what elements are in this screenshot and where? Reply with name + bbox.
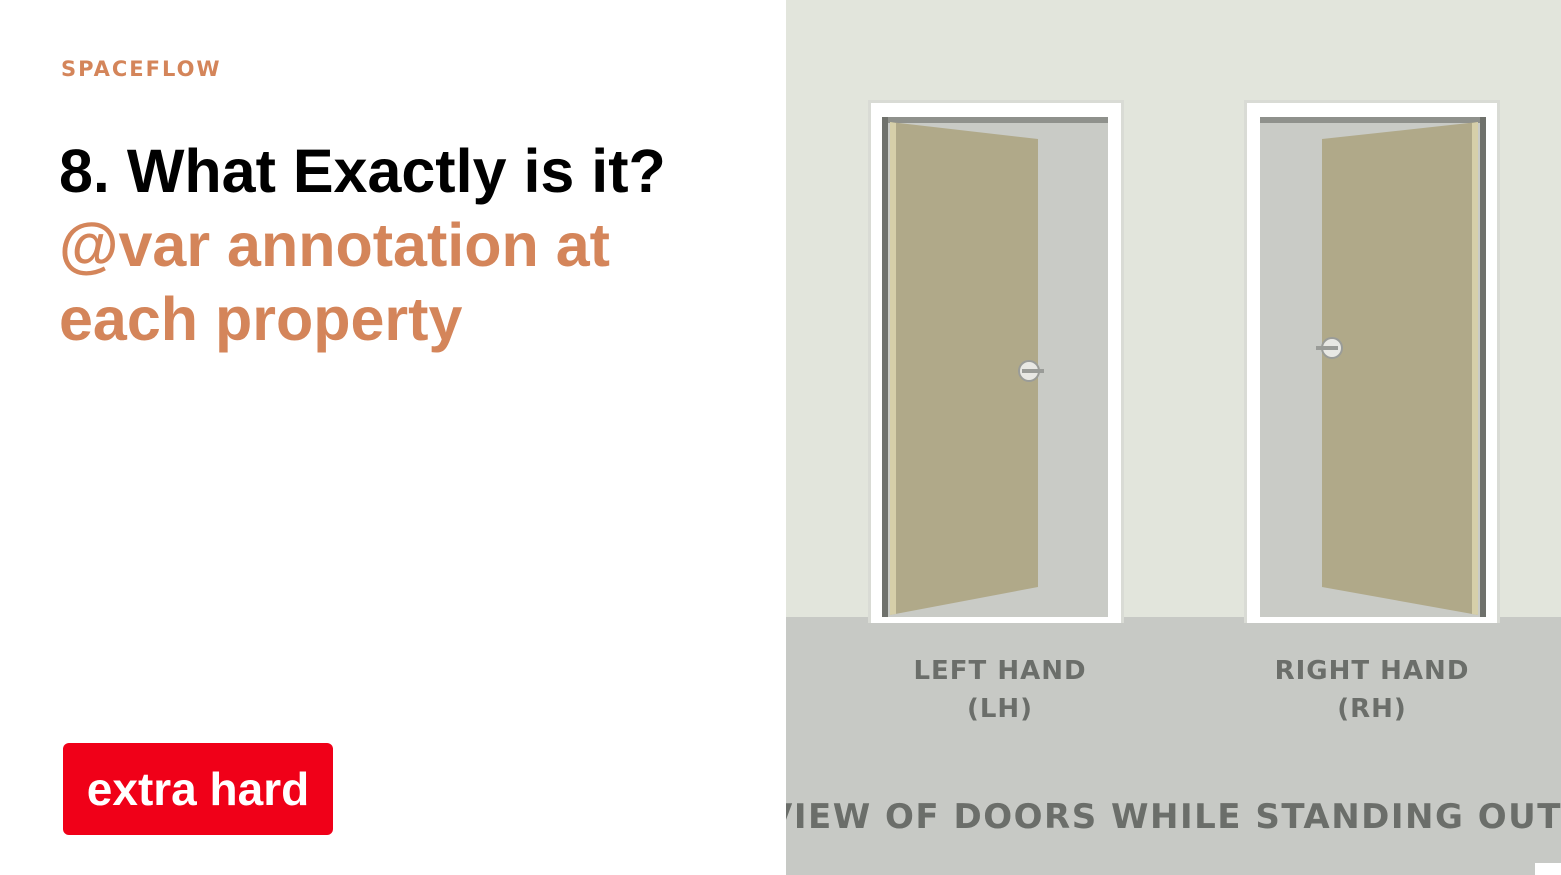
brand-label: SPACEFLOW bbox=[61, 57, 222, 81]
right-hand-abbr: (RH) bbox=[1337, 694, 1407, 724]
left-hand-label: LEFT HAND (LH) bbox=[880, 652, 1120, 728]
corner-mark bbox=[1535, 863, 1561, 875]
right-door-panel bbox=[1260, 117, 1486, 617]
slide-title: 8. What Exactly is it? bbox=[59, 137, 666, 205]
right-hand-label: RIGHT HAND (RH) bbox=[1252, 652, 1492, 728]
slide-subtitle: @var annotation at each property bbox=[59, 211, 610, 353]
door-illustration: LEFT HAND (LH) RIGHT HAND (RH) VIEW OF D… bbox=[786, 0, 1561, 875]
left-hand-title: LEFT HAND bbox=[913, 656, 1087, 686]
left-door-panel bbox=[882, 117, 1108, 617]
right-hand-title: RIGHT HAND bbox=[1274, 656, 1470, 686]
left-hand-abbr: (LH) bbox=[966, 694, 1034, 724]
difficulty-badge: extra hard bbox=[63, 743, 333, 835]
illustration-caption: VIEW OF DOORS WHILE STANDING OUTSIDE bbox=[786, 797, 1561, 837]
